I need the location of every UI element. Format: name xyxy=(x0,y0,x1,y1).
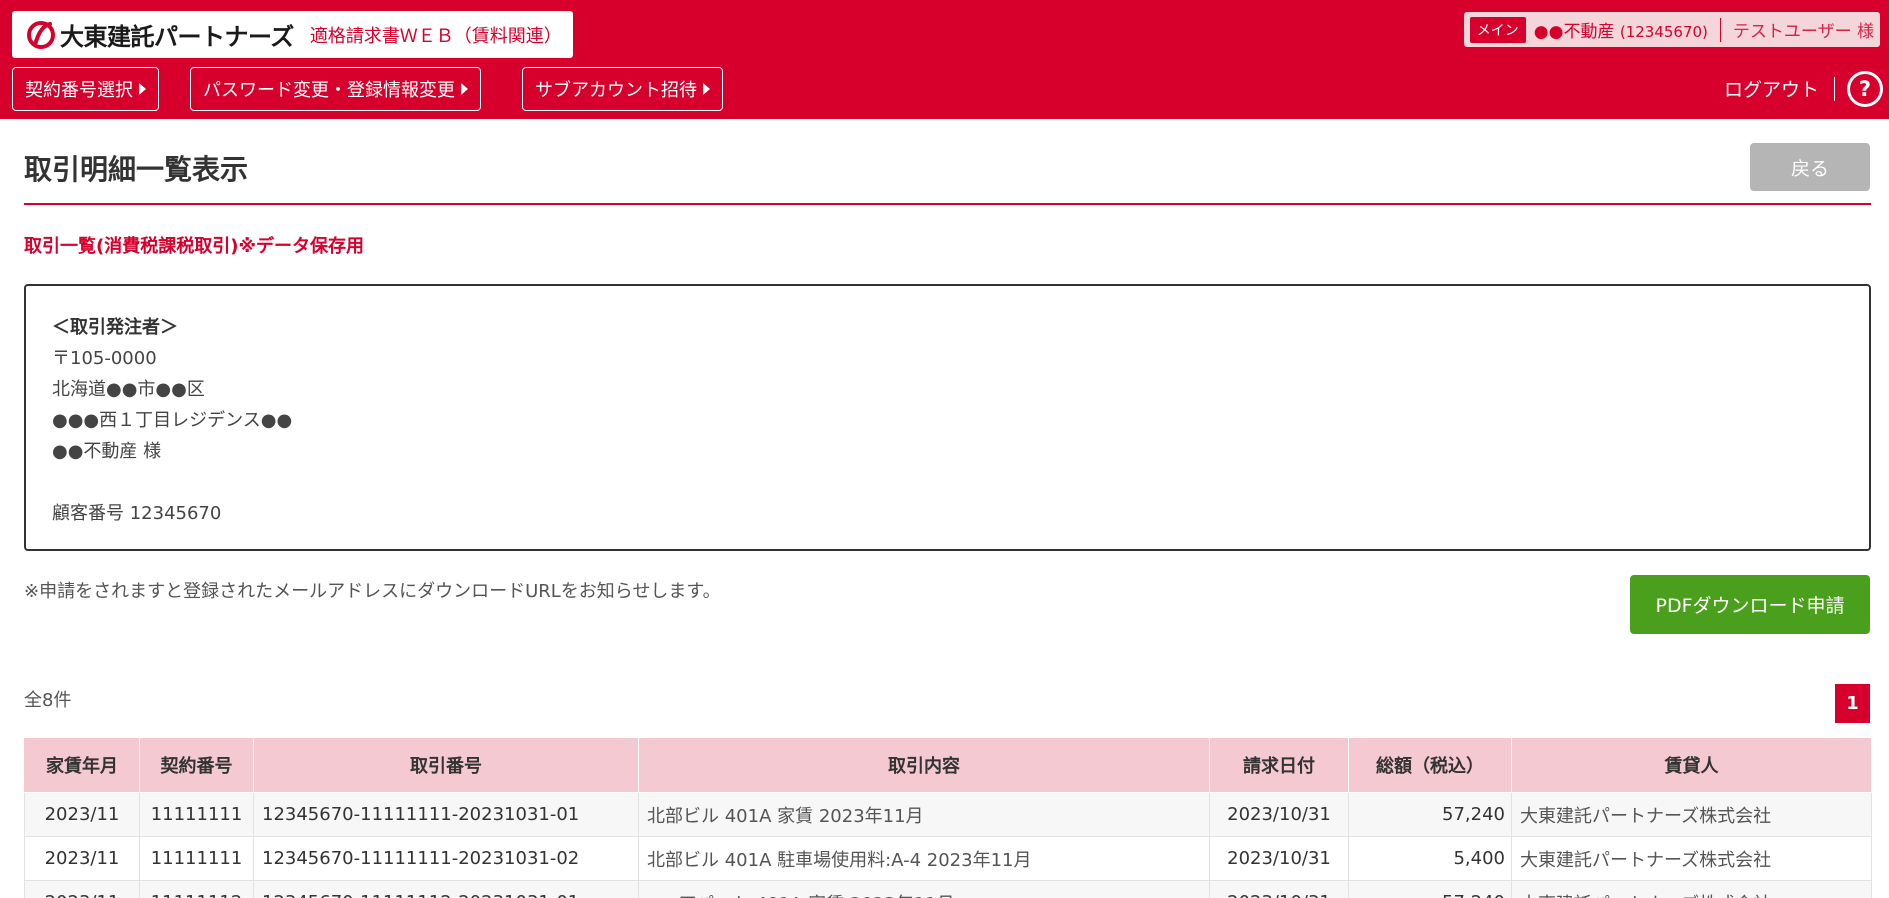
cell-contract-no: 11111111 xyxy=(139,792,254,837)
cell-contract-no: 11111112 xyxy=(139,880,254,898)
column-header-contract-no[interactable]: 契約番号 xyxy=(139,737,254,793)
logout-link[interactable]: ログアウト xyxy=(1724,75,1819,102)
subaccount-invite-button[interactable]: サブアカウント招待 xyxy=(522,67,723,111)
download-notice: ※申請をされますと登録されたメールアドレスにダウンロードURLをお知らせします。 xyxy=(24,581,721,602)
app-header: 大東建託パートナーズ 適格請求書ＷＥＢ（賃料関連） メイン ●●不動産 (123… xyxy=(0,0,1889,119)
company-name-text: ●●不動産 xyxy=(1533,22,1615,42)
table-row[interactable]: 2023/11 11111111 12345670-11111111-20231… xyxy=(24,792,1872,837)
subaccount-invite-label: サブアカウント招待 xyxy=(535,80,697,101)
cell-description: ●●アパート 401A 家賃 2023年11月 xyxy=(638,880,1210,898)
column-header-invoice-date[interactable]: 請求日付 xyxy=(1209,737,1349,793)
cell-transaction-no: 12345670-11111111-20231031-01 xyxy=(253,792,639,837)
contract-select-label: 契約番号選択 xyxy=(25,80,133,101)
cell-contract-no: 11111111 xyxy=(139,836,254,881)
issuer-address-line1: 北海道●●市●●区 xyxy=(52,379,205,400)
cell-total: 57,240 xyxy=(1348,792,1512,837)
cell-rent-month: 2023/11 xyxy=(24,792,140,837)
app-subtitle: 適格請求書ＷＥＢ（賃料関連） xyxy=(309,25,562,47)
cell-invoice-date: 2023/10/31 xyxy=(1209,880,1349,898)
cell-invoice-date: 2023/10/31 xyxy=(1209,792,1349,837)
cell-lessor: 大東建託パートナーズ株式会社 xyxy=(1511,836,1872,881)
caret-right-icon xyxy=(703,83,710,95)
issuer-postal-code: 〒105-0000 xyxy=(52,348,157,369)
cell-lessor: 大東建託パートナーズ株式会社 xyxy=(1511,792,1872,837)
cell-total: 57,240 xyxy=(1348,880,1512,898)
table-header-row: 家賃年月 契約番号 取引番号 取引内容 請求日付 総額（税込） 賃貸人 xyxy=(24,737,1872,793)
page-title: 取引明細一覧表示 xyxy=(24,153,249,186)
column-header-lessor[interactable]: 賃貸人 xyxy=(1511,737,1872,793)
company-code: (12345670) xyxy=(1619,23,1708,41)
cell-transaction-no: 12345670-11111111-20231031-02 xyxy=(253,836,639,881)
help-icon: ? xyxy=(1850,74,1880,104)
divider xyxy=(1719,17,1721,42)
customer-number: 顧客番号 12345670 xyxy=(52,503,222,524)
title-divider xyxy=(24,203,1871,205)
password-change-button[interactable]: パスワード変更・登録情報変更 xyxy=(190,67,481,111)
column-header-transaction-no[interactable]: 取引番号 xyxy=(253,737,639,793)
help-button[interactable]: ? xyxy=(1847,71,1883,107)
cell-lessor: 大東建託パートナーズ株式会社 xyxy=(1511,880,1872,898)
user-info: メイン ●●不動産 (12345670) テストユーザー 様 xyxy=(1463,12,1880,47)
logo-text: 大東建託パートナーズ xyxy=(60,23,294,51)
brand-mark-icon xyxy=(26,20,56,50)
cell-transaction-no: 12345670-11111112-20231031-01 xyxy=(253,880,639,898)
table-row[interactable]: 2023/11 11111111 12345670-11111111-20231… xyxy=(24,836,1872,881)
pdf-download-button[interactable]: PDFダウンロード申請 xyxy=(1630,575,1870,634)
cell-description: 北部ビル 401A 家賃 2023年11月 xyxy=(638,792,1210,837)
cell-total: 5,400 xyxy=(1348,836,1512,881)
user-name: テストユーザー 様 xyxy=(1732,22,1874,42)
password-change-label: パスワード変更・登録情報変更 xyxy=(203,80,455,101)
column-header-description[interactable]: 取引内容 xyxy=(638,737,1210,793)
caret-right-icon xyxy=(461,83,468,95)
column-header-total[interactable]: 総額（税込） xyxy=(1348,737,1512,793)
issuer-address-line2: ●●●西１丁目レジデンス●● xyxy=(52,410,293,431)
cell-rent-month: 2023/11 xyxy=(24,880,140,898)
logo[interactable]: 大東建託パートナーズ 適格請求書ＷＥＢ（賃料関連） xyxy=(12,11,573,58)
result-count: 全8件 xyxy=(24,690,72,711)
pagination-page-1[interactable]: 1 xyxy=(1835,684,1870,723)
caret-right-icon xyxy=(139,83,146,95)
cell-description: 北部ビル 401A 駐車場使用料:A-4 2023年11月 xyxy=(638,836,1210,881)
issuer-name: ●●不動産 様 xyxy=(52,441,162,462)
transaction-table: 家賃年月 契約番号 取引番号 取引内容 請求日付 総額（税込） 賃貸人 2023… xyxy=(24,737,1872,898)
divider xyxy=(1834,77,1835,101)
section-title: 取引一覧(消費税課税取引)※データ保存用 xyxy=(24,236,364,257)
table-row[interactable]: 2023/11 11111112 12345670-11111112-20231… xyxy=(24,880,1872,898)
company-name: ●●不動産 (12345670) xyxy=(1534,17,1708,42)
issuer-info-box: ＜取引発注者＞ 〒105-0000 北海道●●市●●区 ●●●西１丁目レジデンス… xyxy=(24,284,1871,551)
issuer-heading: ＜取引発注者＞ xyxy=(52,317,178,338)
cell-invoice-date: 2023/10/31 xyxy=(1209,836,1349,881)
column-header-rent-month[interactable]: 家賃年月 xyxy=(24,737,140,793)
contract-select-button[interactable]: 契約番号選択 xyxy=(12,67,159,111)
cell-rent-month: 2023/11 xyxy=(24,836,140,881)
main-account-badge: メイン xyxy=(1469,16,1526,43)
back-button[interactable]: 戻る xyxy=(1750,143,1870,191)
